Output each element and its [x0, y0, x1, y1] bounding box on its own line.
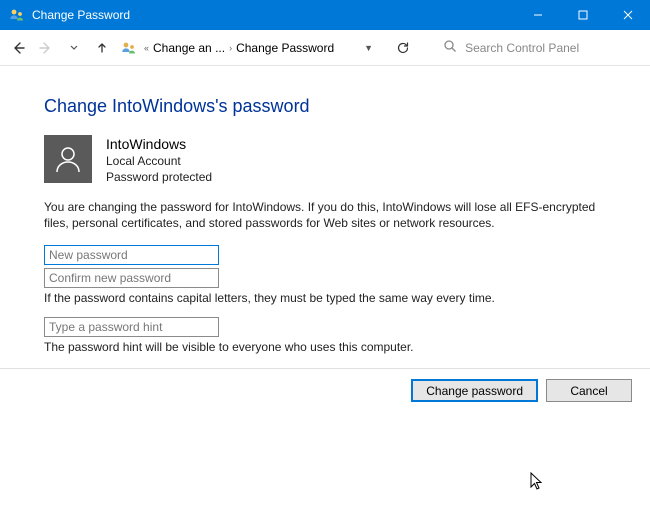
close-button[interactable]	[605, 0, 650, 30]
user-accounts-icon	[9, 7, 25, 23]
password-hint-input[interactable]	[44, 317, 219, 337]
page-title: Change IntoWindows's password	[44, 96, 606, 117]
avatar	[44, 135, 92, 183]
new-password-input[interactable]	[44, 245, 219, 265]
minimize-button[interactable]	[515, 0, 560, 30]
refresh-button[interactable]	[391, 36, 415, 60]
back-button[interactable]	[6, 36, 30, 60]
breadcrumb-sep-icon: «	[144, 43, 149, 53]
chevron-right-icon: ›	[229, 43, 232, 53]
navbar: « Change an ... › Change Password ▼	[0, 30, 650, 66]
maximize-button[interactable]	[560, 0, 605, 30]
content-area: Change IntoWindows's password IntoWindow…	[0, 66, 650, 402]
user-info-row: IntoWindows Local Account Password prote…	[44, 135, 606, 185]
button-row: Change password Cancel	[0, 369, 650, 402]
user-account-type: Local Account	[106, 153, 212, 169]
search-box[interactable]	[435, 36, 644, 60]
cancel-button[interactable]: Cancel	[546, 379, 632, 402]
warning-text: You are changing the password for IntoWi…	[44, 199, 604, 231]
caps-note: If the password contains capital letters…	[44, 291, 606, 305]
user-password-status: Password protected	[106, 169, 212, 185]
cursor-icon	[530, 472, 544, 495]
hint-note: The password hint will be visible to eve…	[44, 340, 606, 354]
search-input[interactable]	[465, 41, 636, 55]
recent-locations-button[interactable]	[62, 36, 86, 60]
change-password-button[interactable]: Change password	[411, 379, 538, 402]
breadcrumb-part-1[interactable]: Change an ...	[153, 41, 225, 55]
titlebar: Change Password	[0, 0, 650, 30]
user-name: IntoWindows	[106, 135, 212, 153]
breadcrumb[interactable]: « Change an ... › Change Password ▼	[144, 41, 373, 55]
window-title: Change Password	[32, 8, 515, 22]
up-button[interactable]	[90, 36, 114, 60]
forward-button[interactable]	[34, 36, 58, 60]
breadcrumb-part-2[interactable]: Change Password	[236, 41, 334, 55]
user-accounts-crumb-icon	[120, 39, 138, 57]
chevron-down-icon[interactable]: ▼	[364, 43, 373, 53]
search-icon	[443, 39, 457, 56]
confirm-password-input[interactable]	[44, 268, 219, 288]
